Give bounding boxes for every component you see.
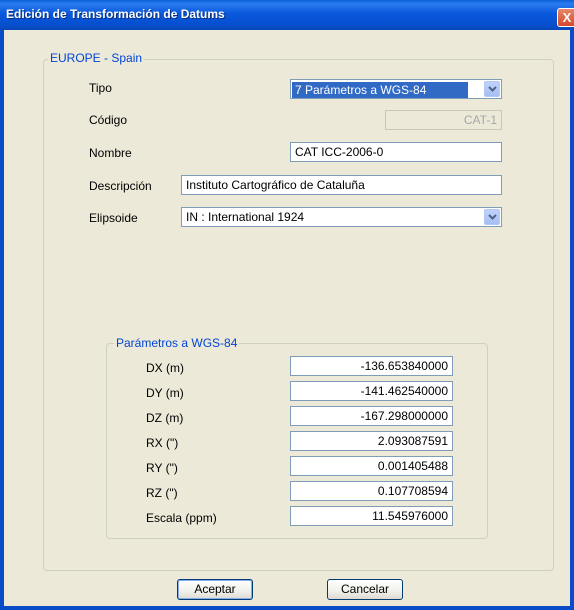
dy-field[interactable]: -141.462540000 <box>290 381 453 401</box>
nombre-field[interactable]: CAT ICC-2006-0 <box>290 142 502 162</box>
dx-field[interactable]: -136.653840000 <box>290 356 453 376</box>
window-title: Edición de Transformación de Datums <box>6 7 225 21</box>
codigo-field[interactable]: CAT-1 <box>385 110 502 130</box>
escala-label: Escala (ppm) <box>146 511 217 525</box>
chevron-down-icon <box>488 86 497 92</box>
close-icon: X <box>562 10 572 25</box>
window-border-right <box>570 30 574 610</box>
window-border-bottom <box>0 606 574 610</box>
window-border-left <box>0 30 4 610</box>
dz-field[interactable]: -167.298000000 <box>290 406 453 426</box>
title-bar[interactable]: Edición de Transformación de Datums X <box>0 0 574 30</box>
tipo-label: Tipo <box>89 81 112 95</box>
close-button[interactable]: X <box>557 8 574 27</box>
params-group-legend: Parámetros a WGS-84 <box>114 336 240 350</box>
codigo-label: Código <box>89 113 128 127</box>
dialog-window: Edición de Transformación de Datums X EU… <box>0 0 574 610</box>
chevron-down-icon <box>488 214 497 220</box>
accept-button[interactable]: Aceptar <box>177 579 253 600</box>
ry-label: RY (") <box>146 461 178 475</box>
elipsoide-dropdown-button[interactable] <box>484 209 500 225</box>
rx-field[interactable]: 2.093087591 <box>290 431 453 451</box>
cancel-button[interactable]: Cancelar <box>327 579 403 600</box>
descripcion-label: Descripción <box>89 179 152 193</box>
tipo-select[interactable]: 7 Parámetros a WGS-84 <box>290 79 502 99</box>
elipsoide-label: Elipsoide <box>89 211 138 225</box>
ry-field[interactable]: 0.001405488 <box>290 456 453 476</box>
nombre-label: Nombre <box>89 146 132 160</box>
dy-label: DY (m) <box>146 386 184 400</box>
elipsoide-selected-value: IN : International 1924 <box>186 210 305 224</box>
elipsoide-select[interactable]: IN : International 1924 <box>181 207 502 227</box>
descripcion-field[interactable]: Instituto Cartográfico de Cataluña <box>181 175 502 195</box>
dx-label: DX (m) <box>146 361 184 375</box>
dz-label: DZ (m) <box>146 411 184 425</box>
region-group-legend: EUROPE - Spain <box>48 51 145 65</box>
tipo-dropdown-button[interactable] <box>484 81 500 97</box>
escala-field[interactable]: 11.545976000 <box>290 506 453 526</box>
rz-field[interactable]: 0.107708594 <box>290 481 453 501</box>
rz-label: RZ (") <box>146 486 178 500</box>
rx-label: RX (") <box>146 436 179 450</box>
tipo-selected-value: 7 Parámetros a WGS-84 <box>292 82 468 98</box>
